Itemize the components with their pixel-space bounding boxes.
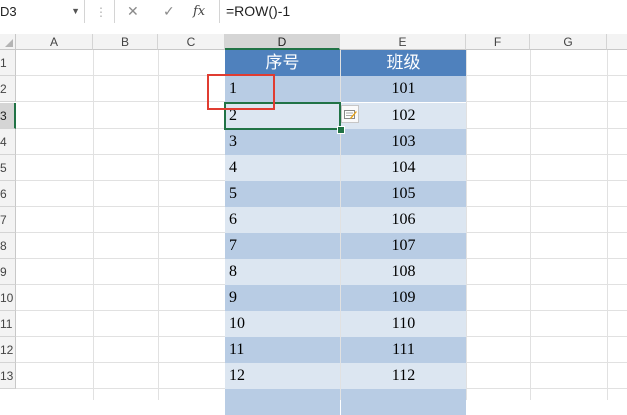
serial-cell[interactable]: 6 [225, 207, 340, 233]
row-header-10[interactable]: 10 [0, 285, 16, 311]
class-cell[interactable]: 105 [341, 181, 466, 207]
gridline [607, 50, 608, 400]
row-header-13[interactable]: 13 [0, 363, 16, 389]
serial-cell[interactable]: 11 [225, 337, 340, 363]
class-cell[interactable]: 107 [341, 233, 466, 259]
row-header-3[interactable]: 3 [0, 103, 16, 129]
insert-function-icon[interactable]: fx [193, 0, 205, 23]
row-header-8[interactable]: 8 [0, 233, 16, 259]
row-header-1[interactable]: 1 [0, 50, 16, 76]
select-all-button[interactable] [0, 34, 16, 50]
row-header-11[interactable]: 11 [0, 311, 16, 337]
cancel-icon[interactable]: ✕ [127, 0, 139, 23]
name-box-value: D3 [0, 4, 17, 19]
chevron-down-icon[interactable]: ▼ [71, 0, 80, 23]
column-header-c[interactable]: C [158, 34, 225, 50]
gridline [530, 50, 531, 400]
column-header-g[interactable]: G [530, 34, 607, 50]
column-header-b[interactable]: B [93, 34, 158, 50]
formula-input[interactable]: =ROW()-1 [226, 0, 290, 23]
formula-buttons: ✕ ✓ fx [114, 0, 220, 23]
row-header-6[interactable]: 6 [0, 181, 16, 207]
enter-icon[interactable]: ✓ [163, 0, 175, 23]
class-cell[interactable]: 112 [341, 363, 466, 389]
class-cell[interactable]: 104 [341, 155, 466, 181]
formula-bar: D3 ▼ ⋮ ✕ ✓ fx =ROW()-1 [0, 0, 627, 25]
column-header-e[interactable]: E [340, 34, 466, 50]
class-cell[interactable]: 102 [341, 103, 466, 129]
gridline [93, 50, 94, 400]
row-header-5[interactable]: 5 [0, 155, 16, 181]
serial-cell[interactable] [225, 389, 340, 415]
serial-cell[interactable]: 5 [225, 181, 340, 207]
serial-cell[interactable]: 9 [225, 285, 340, 311]
serial-cell[interactable]: 8 [225, 259, 340, 285]
spacer [0, 24, 627, 34]
fill-handle[interactable] [337, 126, 345, 134]
column-header-d[interactable]: D [225, 34, 340, 50]
formula-bar-grip-icon: ⋮ [95, 5, 107, 19]
class-cell[interactable] [341, 389, 466, 415]
serial-cell[interactable]: 10 [225, 311, 340, 337]
header-cell-class[interactable]: 班级 [341, 50, 466, 76]
row-header-4[interactable]: 4 [0, 129, 16, 155]
class-cell[interactable]: 109 [341, 285, 466, 311]
class-cell[interactable]: 108 [341, 259, 466, 285]
highlight-box [207, 74, 275, 110]
serial-cell[interactable]: 4 [225, 155, 340, 181]
row-header-12[interactable]: 12 [0, 337, 16, 363]
class-cell[interactable]: 110 [341, 311, 466, 337]
class-cell[interactable]: 111 [341, 337, 466, 363]
class-cell[interactable]: 101 [341, 76, 466, 102]
gridline [466, 50, 467, 400]
class-cell[interactable]: 106 [341, 207, 466, 233]
column-header-f[interactable]: F [466, 34, 530, 50]
row-header-7[interactable]: 7 [0, 207, 16, 233]
column-header-a[interactable]: A [16, 34, 93, 50]
serial-cell[interactable]: 3 [225, 129, 340, 155]
serial-cell[interactable]: 12 [225, 363, 340, 389]
autofill-options-button[interactable] [341, 105, 359, 123]
row-header-9[interactable]: 9 [0, 259, 16, 285]
class-cell[interactable]: 103 [341, 129, 466, 155]
column-header-h[interactable] [607, 34, 627, 50]
gridline [158, 50, 159, 400]
row-header-2[interactable]: 2 [0, 76, 16, 102]
name-box[interactable]: D3 ▼ [0, 0, 85, 23]
serial-cell[interactable]: 7 [225, 233, 340, 259]
autofill-options-icon [344, 110, 357, 119]
header-cell-serial[interactable]: 序号 [225, 50, 340, 76]
